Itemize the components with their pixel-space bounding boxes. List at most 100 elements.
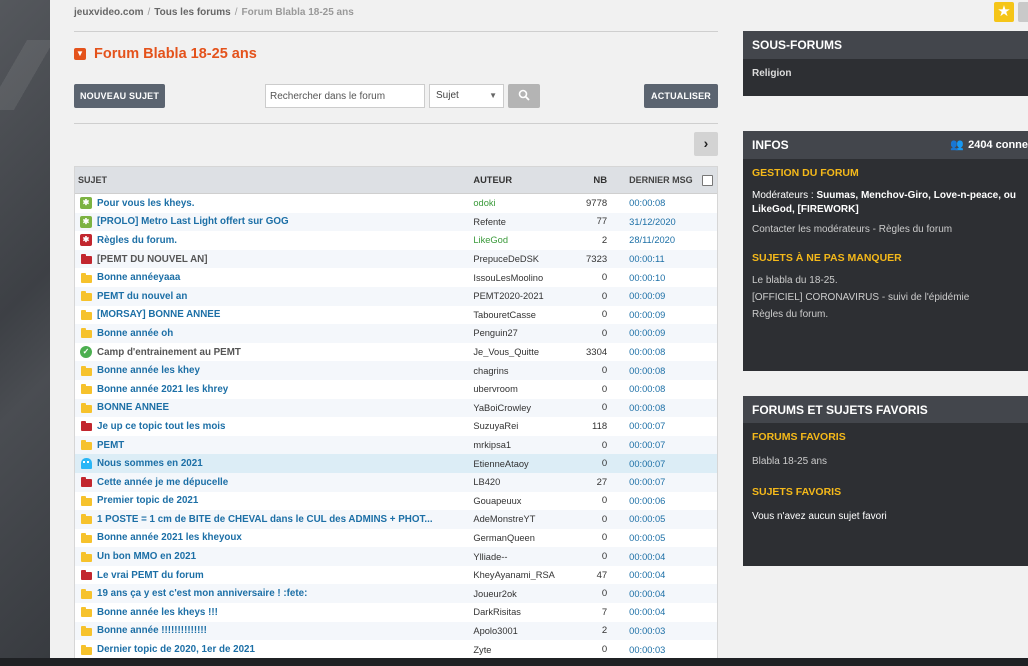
topic-author[interactable]: Apolo3001	[473, 626, 565, 636]
topic-last-msg[interactable]: 00:00:07	[613, 440, 697, 450]
topic-author[interactable]: EtienneAtaoy	[473, 459, 565, 469]
breadcrumb-all-forums[interactable]: Tous les forums	[154, 7, 231, 18]
topic-last-msg[interactable]: 00:00:04	[613, 570, 697, 580]
topic-last-msg[interactable]: 00:00:08	[613, 198, 697, 208]
topic-author[interactable]: IssouLesMoolino	[473, 273, 565, 283]
table-row[interactable]: Bonne année 2021 les kheyoux GermanQueen 0…	[75, 529, 717, 548]
topic-last-msg[interactable]: 00:00:11	[613, 254, 697, 264]
table-row[interactable]: ✓ Camp d'entrainement au PEMT Je_Vous_Quit…	[75, 343, 717, 362]
must-see-item[interactable]: [OFFICIEL] CORONAVIRUS - suivi de l'épid…	[743, 289, 1028, 306]
table-row[interactable]: Premier topic de 2021 Gouapeuux 0 00:00:06	[75, 492, 717, 511]
next-page-button[interactable]: ›	[694, 132, 718, 156]
select-all-checkbox[interactable]	[701, 174, 713, 186]
table-row[interactable]: Dernier topic de 2020, 1er de 2021 Zyte 0 0…	[75, 640, 717, 659]
topic-subject[interactable]: Premier topic de 2021	[97, 495, 473, 506]
topic-subject[interactable]: Bonne année 2021 les kheyoux	[97, 532, 473, 543]
topic-subject[interactable]: Un bon MMO en 2021	[97, 551, 473, 562]
topic-subject[interactable]: 19 ans ça y est c'est mon anniversaire !…	[97, 588, 473, 599]
topic-author[interactable]: PrepuceDeDSK	[473, 254, 565, 264]
topic-author[interactable]: AdeMonstreYT	[473, 514, 565, 524]
topic-last-msg[interactable]: 31/12/2020	[613, 217, 697, 227]
topic-subject[interactable]: Camp d'entrainement au PEMT	[97, 347, 473, 358]
topic-last-msg[interactable]: 00:00:06	[613, 496, 697, 506]
topic-subject[interactable]: PEMT	[97, 440, 473, 451]
table-row[interactable]: PEMT mrkipsa1 0 00:00:07	[75, 435, 717, 455]
table-row[interactable]: PEMT du nouvel an PEMT2020-2021 0 00:00:09	[75, 286, 717, 306]
topic-last-msg[interactable]: 00:00:07	[613, 459, 697, 469]
topic-last-msg[interactable]: 00:00:09	[613, 310, 697, 320]
new-topic-button[interactable]: NOUVEAU SUJET	[74, 84, 165, 108]
topic-subject[interactable]: Bonne année les kheys !!!	[97, 607, 473, 618]
topic-author[interactable]: LB420	[473, 477, 565, 487]
topic-subject[interactable]: Bonne année les khey	[97, 365, 473, 376]
subforum-link[interactable]: Religion	[743, 65, 1028, 82]
topic-last-msg[interactable]: 00:00:03	[613, 645, 697, 655]
table-row[interactable]: [MORSAY] BONNE ANNEE TabouretCasse 0 00:00:…	[75, 306, 717, 325]
topic-subject[interactable]: 1 POSTE = 1 cm de BITE de CHEVAL dans le…	[97, 514, 473, 525]
topic-author[interactable]: SuzuyaRei	[473, 421, 565, 431]
topic-subject[interactable]: PEMT du nouvel an	[97, 291, 473, 302]
topic-subject[interactable]: [PEMT DU NOUVEL AN]	[97, 254, 473, 265]
table-row[interactable]: Bonne année !!!!!!!!!!!!!! Apolo3001 2 00:0…	[75, 621, 717, 641]
topic-author[interactable]: PEMT2020-2021	[473, 291, 565, 301]
topic-author[interactable]: ubervroom	[473, 384, 565, 394]
topic-last-msg[interactable]: 00:00:08	[613, 403, 697, 413]
table-row[interactable]: Cette année je me dépucelle LB420 27 00:00:…	[75, 472, 717, 492]
table-row[interactable]: Un bon MMO en 2021 Ylliade-- 0 00:00:04	[75, 547, 717, 566]
search-scope-select[interactable]: Sujet ▼	[429, 84, 504, 108]
topic-subject[interactable]: Dernier topic de 2020, 1er de 2021	[97, 644, 473, 655]
topic-last-msg[interactable]: 00:00:04	[613, 552, 697, 562]
topic-subject[interactable]: Bonne année oh	[97, 328, 473, 339]
table-row[interactable]: 1 POSTE = 1 cm de BITE de CHEVAL dans le…	[75, 510, 717, 529]
must-see-item[interactable]: Le blabla du 18-25.	[743, 272, 1028, 289]
table-row[interactable]: Bonne année oh Penguin27 0 00:00:09	[75, 324, 717, 343]
table-row[interactable]: ✱ Pour vous les kheys. odoki 9778 00:00:08	[75, 194, 717, 213]
topic-last-msg[interactable]: 00:00:08	[613, 384, 697, 394]
topic-last-msg[interactable]: 00:00:05	[613, 533, 697, 543]
topic-last-msg[interactable]: 00:00:07	[613, 421, 697, 431]
topic-last-msg[interactable]: 00:00:03	[613, 626, 697, 636]
contact-moderators-link[interactable]: Contacter les modérateurs - Règles du fo…	[743, 221, 1028, 238]
topic-last-msg[interactable]: 00:00:09	[613, 328, 697, 338]
topic-subject[interactable]: Bonne année !!!!!!!!!!!!!!	[97, 625, 473, 636]
topic-last-msg[interactable]: 00:00:08	[613, 366, 697, 376]
topic-subject[interactable]: Le vrai PEMT du forum	[97, 570, 473, 581]
table-row[interactable]: ✱ Règles du forum. LikeGod 2 28/11/2020	[75, 231, 717, 250]
search-button[interactable]	[508, 84, 540, 108]
breadcrumb-home[interactable]: jeuxvideo.com	[74, 7, 143, 18]
topic-last-msg[interactable]: 00:00:07	[613, 477, 697, 487]
topic-author[interactable]: Zyte	[473, 645, 565, 655]
topic-subject[interactable]: BONNE ANNEE	[97, 402, 473, 413]
topic-last-msg[interactable]: 00:00:10	[613, 273, 697, 283]
topic-author[interactable]: DarkRisitas	[473, 607, 565, 617]
topic-author[interactable]: Je_Vous_Quitte	[473, 347, 565, 357]
topic-last-msg[interactable]: 00:00:04	[613, 589, 697, 599]
topic-subject[interactable]: Règles du forum.	[97, 235, 473, 246]
topic-last-msg[interactable]: 28/11/2020	[613, 235, 697, 245]
table-row[interactable]: [PEMT DU NOUVEL AN] PrepuceDeDSK 7323 00:00…	[75, 249, 717, 269]
topic-subject[interactable]: [MORSAY] BONNE ANNEE	[97, 309, 473, 320]
table-row[interactable]: Nous sommes en 2021 EtienneAtaoy 0 00:00:07	[75, 454, 717, 473]
topic-last-msg[interactable]: 00:00:05	[613, 514, 697, 524]
table-row[interactable]: Le vrai PEMT du forum KheyAyanami_RSA 47 00…	[75, 566, 717, 585]
must-see-item[interactable]: Règles du forum.	[743, 306, 1028, 323]
topic-last-msg[interactable]: 00:00:04	[613, 607, 697, 617]
table-row[interactable]: Je up ce topic tout les mois SuzuyaRei 118…	[75, 417, 717, 436]
table-row[interactable]: 19 ans ça y est c'est mon anniversaire !…	[75, 584, 717, 604]
topic-author[interactable]: Joueur2ok	[473, 589, 565, 599]
menu-icon[interactable]	[1018, 2, 1028, 22]
topic-subject[interactable]: Bonne année 2021 les khrey	[97, 384, 473, 395]
topic-author[interactable]: Gouapeuux	[473, 496, 565, 506]
chevron-down-icon[interactable]: ▼	[74, 48, 86, 60]
topic-subject[interactable]: Nous sommes en 2021	[97, 458, 473, 469]
favorite-forum-link[interactable]: Blabla 18-25 ans	[743, 453, 1028, 470]
topic-subject[interactable]: Je up ce topic tout les mois	[97, 421, 473, 432]
topic-subject[interactable]: [PROLO] Metro Last Light offert sur GOG	[97, 216, 473, 227]
refresh-button[interactable]: ACTUALISER	[644, 84, 718, 108]
topic-author[interactable]: Ylliade--	[473, 552, 565, 562]
topic-author[interactable]: KheyAyanami_RSA	[473, 570, 565, 580]
favorite-star-icon[interactable]: ★	[994, 2, 1014, 22]
topic-subject[interactable]: Pour vous les kheys.	[97, 198, 473, 209]
topic-author[interactable]: Penguin27	[473, 328, 565, 338]
topic-author[interactable]: GermanQueen	[473, 533, 565, 543]
